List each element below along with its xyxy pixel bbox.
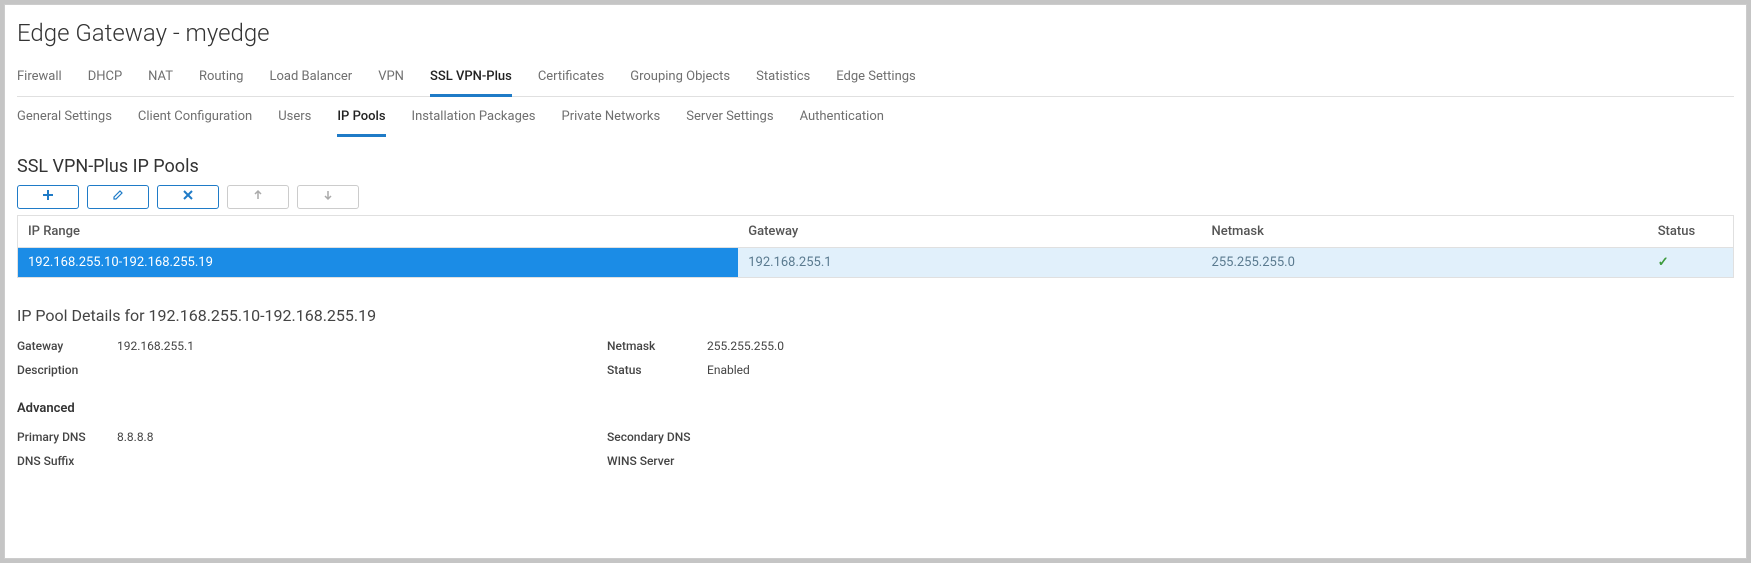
detail-row: StatusEnabled xyxy=(607,363,1157,377)
ip-pools-table: IP Range Gateway Netmask Status 192.168.… xyxy=(17,215,1734,278)
page-title: Edge Gateway - myedge xyxy=(17,15,1734,51)
move-up-button xyxy=(227,185,289,209)
detail-label: Status xyxy=(607,363,707,377)
arrow-down-icon xyxy=(322,189,334,205)
tab-firewall[interactable]: Firewall xyxy=(17,61,62,97)
detail-value: 192.168.255.1 xyxy=(117,339,194,353)
detail-label: Primary DNS xyxy=(17,430,117,444)
section-title: SSL VPN-Plus IP Pools xyxy=(17,156,1734,177)
detail-label: Secondary DNS xyxy=(607,430,707,444)
subtab-authentication[interactable]: Authentication xyxy=(800,99,884,137)
x-icon xyxy=(182,189,194,205)
cell-ip-range: 192.168.255.10-192.168.255.19 xyxy=(18,248,739,278)
detail-row: Description xyxy=(17,363,567,377)
col-netmask[interactable]: Netmask xyxy=(1202,216,1648,248)
tab-certificates[interactable]: Certificates xyxy=(538,61,604,97)
detail-label: Description xyxy=(17,363,117,377)
details-grid: Gateway192.168.255.1 Netmask255.255.255.0… xyxy=(17,339,1157,377)
detail-row: Netmask255.255.255.0 xyxy=(607,339,1157,353)
table-row[interactable]: 192.168.255.10-192.168.255.19192.168.255… xyxy=(18,248,1734,278)
detail-row: Secondary DNS xyxy=(607,430,1157,444)
col-ip-range[interactable]: IP Range xyxy=(18,216,739,248)
toolbar xyxy=(17,185,1734,209)
tab-dhcp[interactable]: DHCP xyxy=(88,61,122,97)
advanced-title: Advanced xyxy=(17,401,1734,416)
details-title: IP Pool Details for 192.168.255.10-192.1… xyxy=(17,306,1734,325)
tab-routing[interactable]: Routing xyxy=(199,61,243,97)
detail-row: WINS Server xyxy=(607,454,1157,468)
plus-icon xyxy=(42,189,54,205)
cell-status: ✓ xyxy=(1648,248,1734,278)
edit-button[interactable] xyxy=(87,185,149,209)
tab-nat[interactable]: NAT xyxy=(148,61,173,97)
subtab-ip-pools[interactable]: IP Pools xyxy=(337,99,385,137)
subtab-users[interactable]: Users xyxy=(278,99,311,137)
detail-row: Primary DNS8.8.8.8 xyxy=(17,430,567,444)
subtab-client-configuration[interactable]: Client Configuration xyxy=(138,99,252,137)
delete-button[interactable] xyxy=(157,185,219,209)
detail-label: WINS Server xyxy=(607,454,707,468)
advanced-grid: Primary DNS8.8.8.8 Secondary DNS DNS Suffi… xyxy=(17,430,1157,468)
tab-statistics[interactable]: Statistics xyxy=(756,61,810,97)
tab-vpn[interactable]: VPN xyxy=(378,61,404,97)
detail-label: Netmask xyxy=(607,339,707,353)
pencil-icon xyxy=(112,189,124,205)
col-gateway[interactable]: Gateway xyxy=(738,216,1201,248)
cell-gateway: 192.168.255.1 xyxy=(738,248,1201,278)
detail-label: Gateway xyxy=(17,339,117,353)
detail-row: Gateway192.168.255.1 xyxy=(17,339,567,353)
move-down-button xyxy=(297,185,359,209)
subtab-private-networks[interactable]: Private Networks xyxy=(562,99,661,137)
app-container: Edge Gateway - myedge Firewall DHCP NAT Rou… xyxy=(4,4,1747,559)
tab-grouping-objects[interactable]: Grouping Objects xyxy=(630,61,730,97)
detail-value: Enabled xyxy=(707,363,750,377)
subtab-server-settings[interactable]: Server Settings xyxy=(686,99,773,137)
detail-value: 255.255.255.0 xyxy=(707,339,784,353)
check-icon: ✓ xyxy=(1658,255,1669,270)
detail-label: DNS Suffix xyxy=(17,454,117,468)
col-status[interactable]: Status xyxy=(1648,216,1734,248)
detail-value: 8.8.8.8 xyxy=(117,430,153,444)
tab-edge-settings[interactable]: Edge Settings xyxy=(836,61,916,97)
subtab-installation-packages[interactable]: Installation Packages xyxy=(412,99,536,137)
arrow-up-icon xyxy=(252,189,264,205)
table-header-row: IP Range Gateway Netmask Status xyxy=(18,216,1734,248)
tab-ssl-vpn-plus[interactable]: SSL VPN-Plus xyxy=(430,61,512,97)
main-tabs: Firewall DHCP NAT Routing Load Balancer VPN SS… xyxy=(17,61,1734,97)
tab-load-balancer[interactable]: Load Balancer xyxy=(269,61,352,97)
add-button[interactable] xyxy=(17,185,79,209)
cell-netmask: 255.255.255.0 xyxy=(1202,248,1648,278)
sub-tabs: General Settings Client Configuration User… xyxy=(17,99,1734,138)
subtab-general-settings[interactable]: General Settings xyxy=(17,99,112,137)
detail-row: DNS Suffix xyxy=(17,454,567,468)
